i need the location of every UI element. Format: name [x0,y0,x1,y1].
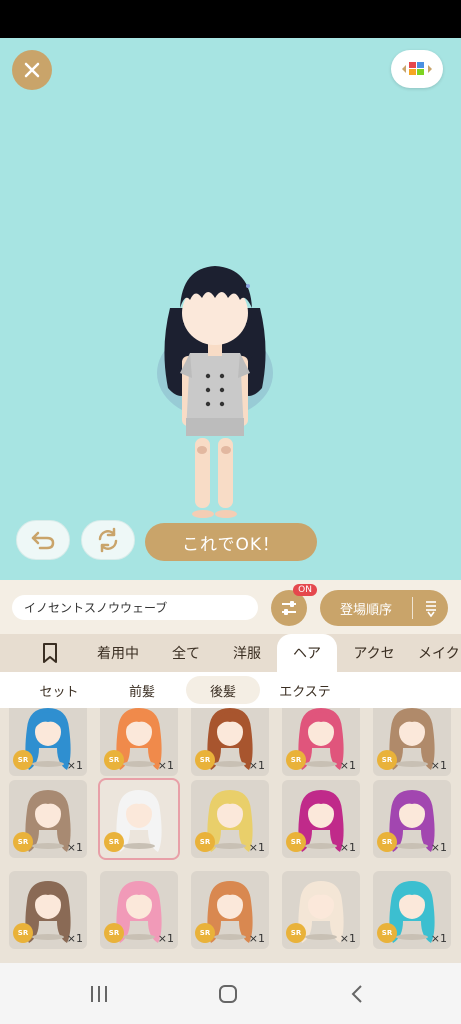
item-count: ×1 [157,759,174,772]
system-nav-bar [0,963,461,1024]
refresh-icon [98,527,118,553]
item-count: ×1 [248,932,265,945]
tab-bookmark[interactable] [28,634,72,672]
sliders-icon [282,601,296,615]
item-count: ×1 [66,932,83,945]
hair-item[interactable]: SR ×1 [100,708,178,776]
rarity-badge: SR [13,923,33,943]
tab-clothes[interactable]: 洋服 [220,634,274,672]
rarity-badge: SR [286,832,306,852]
recent-apps-button[interactable] [84,981,114,1007]
hair-item[interactable]: SR ×1 [100,871,178,949]
bookmark-icon [43,643,57,663]
rarity-badge: SR [195,832,215,852]
sort-label: 登場順序 [339,602,392,618]
rarity-badge: SR [104,923,124,943]
item-count: ×1 [66,759,83,772]
item-grid: SR ×1 SR ×1 SR ×1 SR ×1 SR ×1 SR ×1 SR SR ×1 SR ×1 SR ×1 SR… [0,708,461,963]
avatar-stage: これでOK！ [0,38,461,580]
item-count: ×1 [339,841,356,854]
rarity-badge: SR [377,750,397,770]
item-count: ×1 [157,932,174,945]
back-button[interactable] [342,981,372,1007]
undo-button[interactable] [16,520,70,560]
rarity-badge: SR [286,923,306,943]
rarity-badge: SR [195,923,215,943]
hair-item[interactable]: SR ×1 [282,780,360,858]
confirm-button[interactable]: これでOK！ [145,523,317,561]
back-icon [351,985,362,1003]
status-bar [0,0,461,38]
item-count: ×1 [430,759,447,772]
close-button[interactable] [12,50,52,90]
item-toolbar: イノセントスノウウェーブ ON 登場順序 [0,580,461,634]
hair-item[interactable]: SR ×1 [191,871,269,949]
rarity-badge: SR [377,832,397,852]
hair-item[interactable]: SR ×1 [9,871,87,949]
hair-item[interactable]: SR ×1 [373,871,451,949]
sort-direction-icon[interactable] [413,599,448,617]
home-icon [219,985,237,1003]
tab-all[interactable]: 全て [160,634,212,672]
hair-item[interactable]: SR ×1 [282,708,360,776]
subtab-back-hair[interactable]: 後髪 [186,676,260,704]
hair-sub-tabs: セット 前髪 後髪 エクステ [0,672,461,708]
recents-icon [91,986,107,1002]
item-count: ×1 [248,841,265,854]
hair-item[interactable]: SR ×1 [191,780,269,858]
hair-item[interactable]: SR ×1 [9,708,87,776]
filter-button[interactable]: ON [271,584,317,626]
hair-item[interactable]: SR ×1 [191,708,269,776]
tab-makeup[interactable]: メイク [418,634,461,672]
sort-order-button[interactable]: 登場順序 [320,590,448,626]
hair-item[interactable]: SR [98,778,180,860]
layout-menu-button[interactable] [391,50,443,88]
subtab-set[interactable]: セット [22,676,96,704]
avatar [140,238,290,528]
item-count: ×1 [248,759,265,772]
item-count: ×1 [430,932,447,945]
subtab-extension[interactable]: エクステ [266,676,344,704]
undo-icon [31,531,55,550]
home-button[interactable] [213,981,243,1007]
hair-item[interactable]: SR ×1 [9,780,87,858]
filter-on-badge: ON [293,584,317,596]
rarity-badge: SR [195,750,215,770]
hair-item[interactable]: SR ×1 [282,871,360,949]
rarity-badge: SR [104,832,124,852]
hair-item[interactable]: SR ×1 [373,708,451,776]
tab-wearing[interactable]: 着用中 [86,634,150,672]
subtab-front-hair[interactable]: 前髪 [108,676,176,704]
close-icon [24,62,40,78]
color-grid-icon [402,62,432,75]
rarity-badge: SR [13,750,33,770]
item-count: ×1 [339,759,356,772]
hair-item[interactable]: SR ×1 [373,780,451,858]
rarity-badge: SR [104,750,124,770]
item-name-field: イノセントスノウウェーブ [12,595,258,620]
item-count: ×1 [66,841,83,854]
swap-button[interactable] [81,520,135,560]
rarity-badge: SR [377,923,397,943]
tab-accessory[interactable]: アクセ [342,634,406,672]
category-tabs: 着用中 全て 洋服 ヘア アクセ メイク [0,634,461,672]
rarity-badge: SR [13,832,33,852]
item-count: ×1 [430,841,447,854]
item-count: ×1 [339,932,356,945]
rarity-badge: SR [286,750,306,770]
tab-hair[interactable]: ヘア [277,634,337,672]
